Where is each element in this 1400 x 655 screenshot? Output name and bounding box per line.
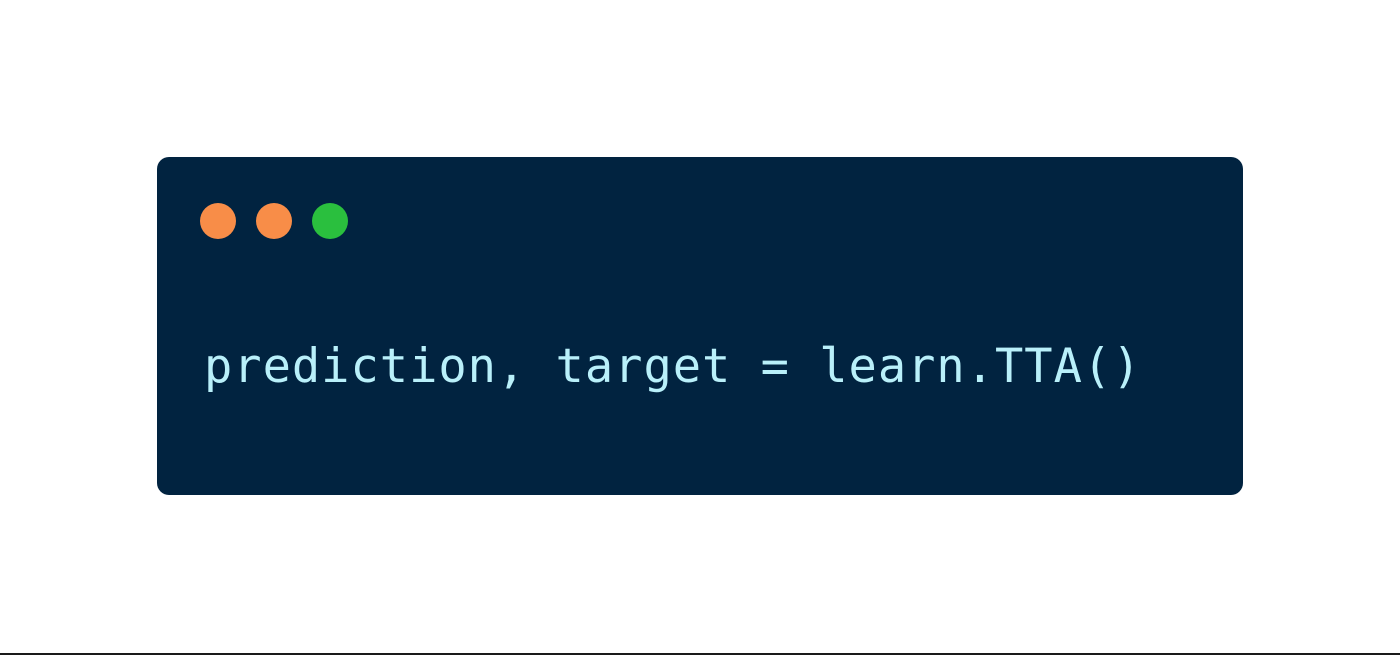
maximize-dot-icon	[312, 203, 348, 239]
code-line: prediction, target = learn.TTA()	[204, 339, 1142, 394]
window-controls	[200, 203, 348, 239]
close-dot-icon	[200, 203, 236, 239]
minimize-dot-icon	[256, 203, 292, 239]
